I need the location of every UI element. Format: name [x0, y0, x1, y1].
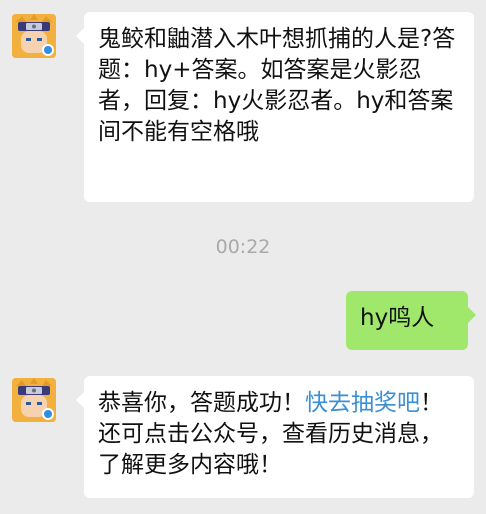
message-bubble-incoming[interactable]: 恭喜你，答题成功！快去抽奖吧！还可点击公众号，查看历史消息，了解更多内容哦！	[76, 376, 474, 498]
message-text: 鬼鲛和鼬潜入木叶想抓捕的人是?答题：hy+答案。如答案是火影忍者，回复：hy火影…	[98, 26, 456, 145]
avatar-naruto-icon[interactable]	[12, 378, 56, 422]
message-bubble-outgoing[interactable]: hy鸣人	[346, 291, 476, 350]
message-timestamp: 00:22	[215, 236, 271, 258]
message-bubble-incoming[interactable]: 鬼鲛和鼬潜入木叶想抓捕的人是?答题：hy+答案。如答案是火影忍者，回复：hy火影…	[76, 12, 474, 202]
lottery-link[interactable]: 快去抽奖吧	[305, 390, 420, 416]
message-text: 恭喜你，答题成功！	[98, 390, 305, 416]
message-text: hy鸣人	[360, 305, 435, 331]
avatar-naruto-icon[interactable]	[12, 14, 56, 58]
